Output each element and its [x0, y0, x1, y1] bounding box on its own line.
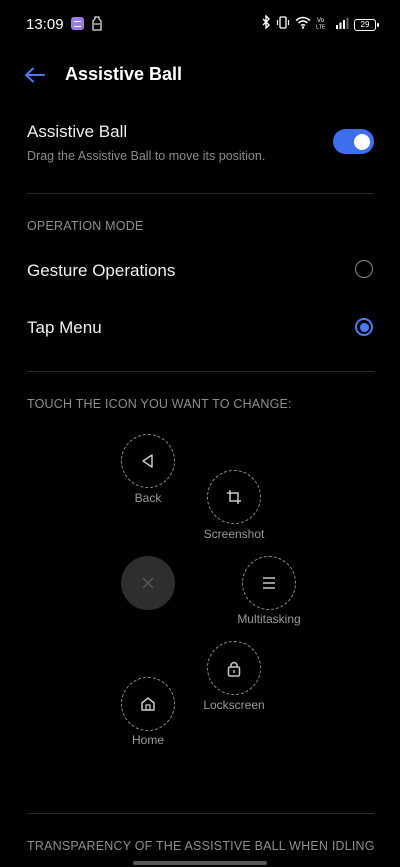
gesture-nav-handle[interactable]	[133, 861, 267, 865]
notification-app-icon	[71, 17, 84, 30]
back-triangle-icon	[142, 454, 153, 468]
app-bar: Assistive Ball	[0, 58, 400, 92]
status-bar: 13:09 Vo LTE 29	[0, 0, 400, 50]
crop-icon	[227, 490, 241, 504]
close-icon	[142, 577, 154, 589]
lockscreen-ball-button[interactable]	[207, 641, 261, 695]
home-icon	[141, 697, 155, 711]
notification-bottle-icon	[91, 16, 103, 31]
icons-section-label: TOUCH THE ICON YOU WANT TO CHANGE:	[27, 397, 292, 411]
tap-menu-radio[interactable]	[355, 318, 373, 336]
divider	[27, 193, 374, 194]
assistive-ball-title: Assistive Ball	[27, 122, 128, 141]
lockscreen-label: Lockscreen	[203, 698, 265, 712]
battery-icon: 29	[354, 18, 379, 31]
screenshot-label: Screenshot	[203, 527, 265, 541]
vibrate-icon	[276, 15, 290, 34]
screenshot-ball-button[interactable]	[207, 470, 261, 524]
divider	[27, 371, 374, 372]
status-icons: Vo LTE 29	[261, 14, 379, 34]
wifi-icon	[295, 16, 311, 34]
status-time: 13:09	[26, 16, 64, 33]
home-label: Home	[131, 733, 164, 747]
center-ball-button[interactable]	[121, 556, 175, 610]
page-title: Assistive Ball	[65, 64, 183, 84]
assistive-ball-subtitle: Drag the Assistive Ball to move its posi…	[27, 149, 266, 163]
transparency-label: TRANSPARENCY OF THE ASSISTIVE BALL WHEN …	[27, 839, 375, 853]
divider	[27, 813, 374, 814]
home-ball-button[interactable]	[121, 677, 175, 731]
back-button[interactable]	[22, 62, 48, 88]
bluetooth-icon	[261, 14, 271, 34]
back-ball-button[interactable]	[121, 434, 175, 488]
volte-icon: Vo LTE	[316, 16, 330, 34]
lock-icon	[227, 661, 241, 677]
signal-icon	[335, 16, 349, 34]
multitasking-label: Multitasking	[237, 612, 301, 626]
menu-lines-icon	[263, 577, 275, 589]
gesture-operations-radio[interactable]	[355, 260, 373, 278]
svg-text:LTE: LTE	[316, 24, 326, 29]
assistive-ball-toggle[interactable]	[333, 129, 374, 154]
back-label: Back	[134, 491, 162, 505]
svg-text:Vo: Vo	[317, 18, 325, 24]
option-label: Gesture Operations	[27, 261, 176, 280]
multitasking-ball-button[interactable]	[242, 556, 296, 610]
operation-mode-label: OPERATION MODE	[27, 219, 144, 233]
option-label: Tap Menu	[27, 318, 102, 337]
arrow-left-icon	[25, 67, 45, 83]
